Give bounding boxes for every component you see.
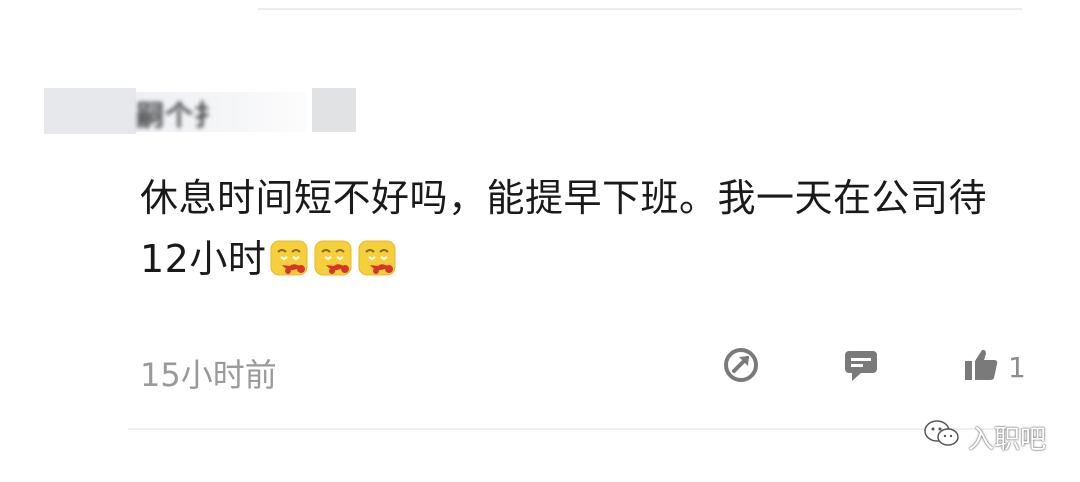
smiling-eyes-nosebleed-emoji xyxy=(356,235,398,276)
wechat-icon xyxy=(922,418,968,457)
comment-text-line-1: 休息时间短不好吗，能提早下班。我一天在公司待 xyxy=(140,176,988,220)
smiling-eyes-nosebleed-emoji xyxy=(268,235,310,276)
watermark-label: 入职吧 xyxy=(968,425,1047,455)
username[interactable]: 嗣个扌 xyxy=(136,94,223,134)
reply-button[interactable] xyxy=(842,346,882,388)
comment-icon xyxy=(842,346,880,388)
watermark: 入职吧 xyxy=(922,418,1046,457)
comment-text-line-2: 12小时 xyxy=(140,229,1040,296)
share-button[interactable] xyxy=(722,346,762,388)
emoji-group xyxy=(268,235,400,296)
like-button[interactable]: 1 xyxy=(962,346,1032,388)
comment-text: 休息时间短不好吗，能提早下班。我一天在公司待 12小时 xyxy=(140,168,1040,296)
share-icon xyxy=(722,346,760,388)
badge-blur xyxy=(312,88,356,132)
comment-timestamp: 15小时前 xyxy=(140,356,277,394)
top-divider xyxy=(258,8,1022,10)
bottom-divider xyxy=(128,428,1028,430)
thumbs-up-icon xyxy=(962,346,1000,388)
avatar-blur xyxy=(44,88,136,134)
comment-text-line-2-text: 12小时 xyxy=(140,237,267,281)
like-count: 1 xyxy=(1008,350,1026,384)
user-header[interactable]: 嗣个扌 xyxy=(44,88,356,134)
smiling-eyes-nosebleed-emoji xyxy=(312,235,354,276)
comment-screen: 嗣个扌 休息时间短不好吗，能提早下班。我一天在公司待 12小时 15小时前 1 … xyxy=(0,0,1080,482)
